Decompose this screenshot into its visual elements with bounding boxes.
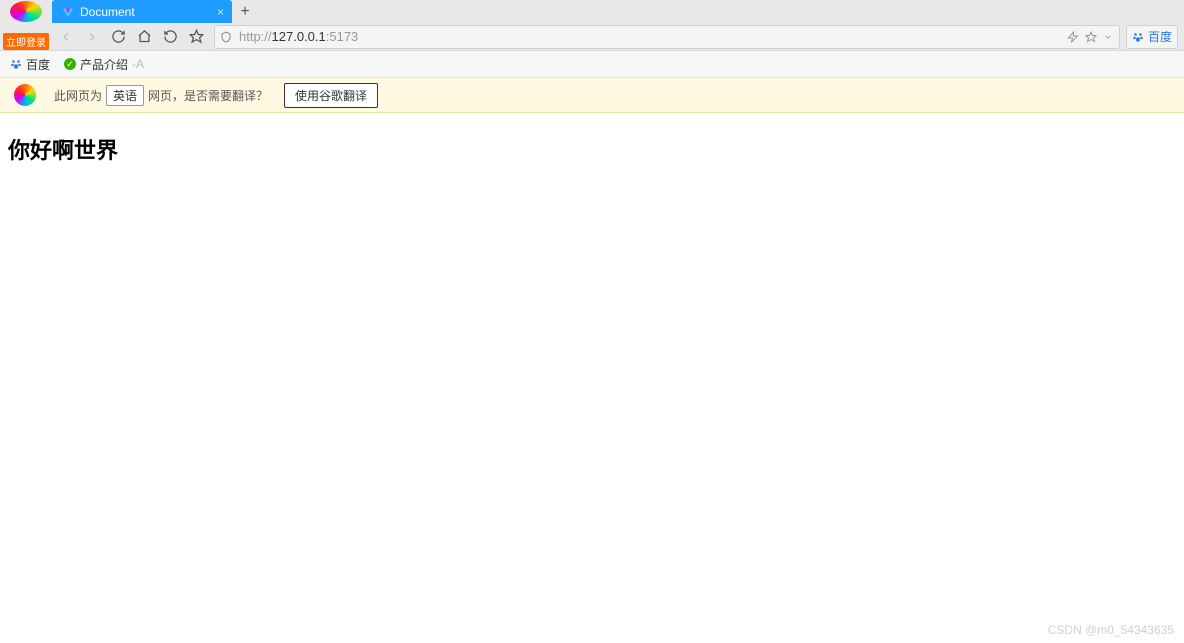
url-port: :5173 xyxy=(326,29,359,44)
detected-language-chip[interactable]: 英语 xyxy=(106,85,144,106)
lightning-icon[interactable] xyxy=(1067,31,1079,43)
page-content: 你好啊世界 xyxy=(0,113,1184,185)
bookmark-product-intro[interactable]: ✓ 产品介绍 -A xyxy=(64,56,144,73)
tab-document[interactable]: Document × xyxy=(52,0,232,23)
search-engine-label: 百度 xyxy=(1148,28,1172,45)
bookmark-label: 百度 xyxy=(26,56,50,73)
home-button[interactable] xyxy=(132,25,156,49)
new-tab-button[interactable]: + xyxy=(232,0,258,23)
undo-button[interactable] xyxy=(158,25,182,49)
reload-button[interactable] xyxy=(106,25,130,49)
logo-swirl-icon xyxy=(10,1,42,22)
baidu-paw-icon xyxy=(10,58,22,70)
search-engine-button[interactable]: 百度 xyxy=(1126,25,1178,49)
bookmark-label-suffix: -A xyxy=(132,57,144,71)
tab-close-icon[interactable]: × xyxy=(217,5,224,19)
browser-logo: 立即登录 xyxy=(0,0,52,23)
back-button[interactable] xyxy=(54,25,78,49)
url-scheme: http:// xyxy=(239,29,272,44)
watermark: CSDN @m0_54343635 xyxy=(1048,623,1174,637)
favorite-button[interactable] xyxy=(184,25,208,49)
chevron-down-icon[interactable] xyxy=(1103,32,1113,42)
bookmark-baidu[interactable]: 百度 xyxy=(10,56,50,73)
baidu-paw-icon xyxy=(1132,31,1144,43)
wechat-check-icon: ✓ xyxy=(64,58,76,70)
bookmark-star-icon[interactable] xyxy=(1085,31,1097,43)
url-text: http://127.0.0.1:5173 xyxy=(237,29,1067,44)
translate-logo-icon xyxy=(14,84,36,106)
url-host: 127.0.0.1 xyxy=(272,29,326,44)
forward-button[interactable] xyxy=(80,25,104,49)
tab-strip: 立即登录 Document × + xyxy=(0,0,1184,23)
login-button[interactable]: 立即登录 xyxy=(3,33,49,50)
translate-prefix: 此网页为 xyxy=(54,87,102,104)
translate-banner: 此网页为 英语 网页，是否需要翻译？ 使用谷歌翻译 xyxy=(0,78,1184,113)
address-bar[interactable]: http://127.0.0.1:5173 xyxy=(214,25,1120,49)
bookmark-label: 产品介绍 xyxy=(80,56,128,73)
translate-button[interactable]: 使用谷歌翻译 xyxy=(284,83,378,108)
browser-toolbar: http://127.0.0.1:5173 百度 xyxy=(0,23,1184,51)
page-heading: 你好啊世界 xyxy=(8,133,1176,165)
tab-title: Document xyxy=(80,5,217,19)
vite-favicon-icon xyxy=(62,6,74,18)
translate-suffix: 网页，是否需要翻译？ xyxy=(148,87,268,104)
bookmark-bar: 百度 ✓ 产品介绍 -A xyxy=(0,51,1184,78)
site-info-icon[interactable] xyxy=(215,31,237,43)
